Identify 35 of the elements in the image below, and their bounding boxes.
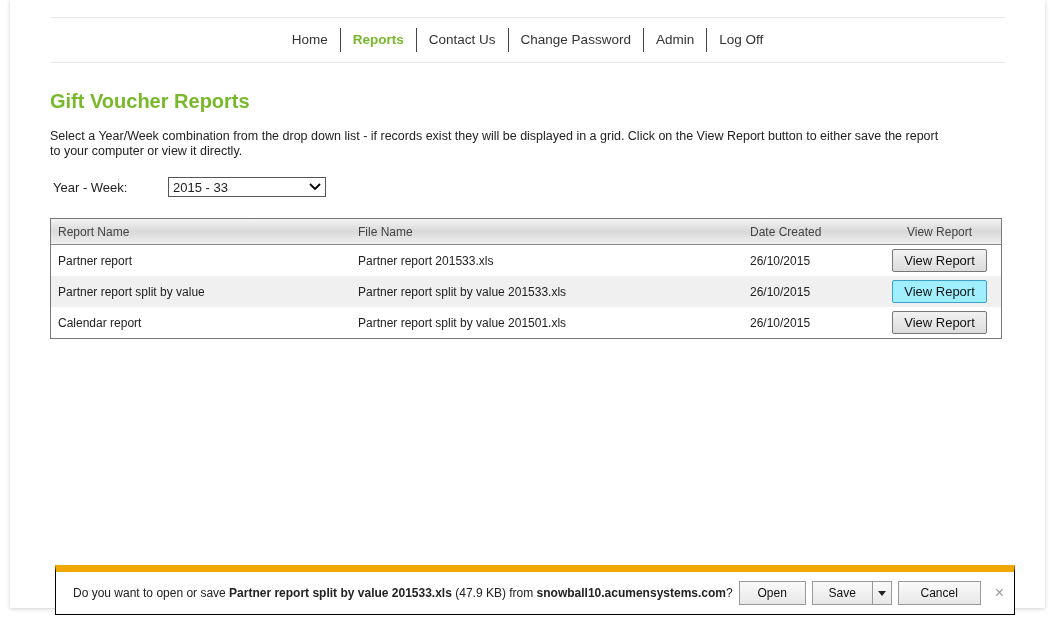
view-report-button[interactable]: View Report: [892, 311, 987, 334]
page-title: Gift Voucher Reports: [50, 90, 251, 113]
save-options-button[interactable]: [871, 581, 892, 605]
table-row[interactable]: Partner report Partner report 201533.xls 26/10/2015 View Report: [51, 245, 1001, 276]
open-button[interactable]: Open: [738, 581, 806, 605]
nav-link[interactable]: Home: [279, 28, 340, 52]
nav-link[interactable]: Admin: [642, 28, 707, 52]
column-header: View Report: [905, 224, 974, 239]
column-header: Date Created: [749, 224, 823, 239]
table-cell-text: 26/10/2015: [749, 284, 812, 299]
table-cell-text: 26/10/2015: [749, 315, 812, 330]
table-row[interactable]: Partner report split by value Partner report split by value 201533.xls 26/10/2015 View Report: [51, 276, 1001, 307]
column-header: File Name: [357, 224, 414, 239]
view-report-button[interactable]: View Report: [892, 249, 987, 272]
column-header: Report Name: [57, 224, 131, 239]
save-button[interactable]: Save: [811, 581, 872, 605]
table-cell-text: Partner report split by value 201533.xls: [357, 284, 568, 299]
table-cell-text: Partner report split by value 201501.xls: [357, 315, 568, 330]
view-report-button[interactable]: View Report: [892, 280, 987, 303]
caret-icon: [877, 590, 886, 596]
year-week-label: Year - Week:: [53, 179, 129, 195]
table-cell-text: 26/10/2015: [749, 253, 812, 268]
table-cell-text: Calendar report: [57, 315, 143, 330]
table-cell-text: Partner report 201533.xls: [357, 253, 495, 268]
nav-link[interactable]: Contact Us: [415, 28, 508, 52]
chevron-down-icon: [309, 183, 321, 191]
nav-link[interactable]: Log Off: [706, 28, 776, 52]
cancel-button[interactable]: Cancel: [897, 581, 981, 605]
nav-link[interactable]: Change Password: [507, 28, 643, 52]
description-text: Select a Year/Week combination from the drop down list - if records exist they will be displayed in a grid. Click on the View Report button to either save the report to your computer or view it directly.: [50, 129, 940, 159]
table-cell-text: Partner report split by value: [57, 284, 206, 299]
download-message: Do you want to open or save Partner report split by value 201533.xls (47.9 KB) from snowball10.acumensystems.com?: [73, 586, 733, 600]
table-row[interactable]: Calendar report Partner report split by value 201501.xls 26/10/2015 View Report: [51, 307, 1001, 338]
table-cell-text: Partner report: [57, 253, 134, 268]
year-week-dropdown[interactable]: 2015 - 33: [168, 177, 326, 197]
